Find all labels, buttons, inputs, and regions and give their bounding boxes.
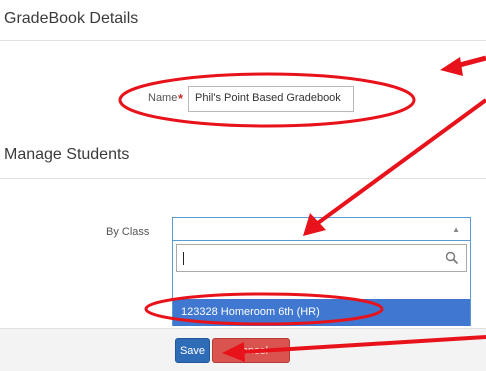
arrow-annotation-head (440, 57, 463, 76)
gradebook-name-input[interactable]: Phil's Point Based Gradebook (188, 86, 354, 112)
text-cursor (183, 252, 184, 265)
name-label: Name (148, 92, 178, 104)
arrow-annotation (451, 55, 486, 70)
cancel-button[interactable]: Cancel (212, 338, 290, 363)
class-search-input[interactable] (176, 244, 467, 272)
by-class-dropdown: 123328 Homeroom 6th (HR) (172, 240, 471, 326)
save-button[interactable]: Save (175, 338, 210, 363)
class-option-highlighted[interactable]: 123328 Homeroom 6th (HR) (173, 299, 470, 326)
arrow-annotation (316, 98, 486, 225)
gradebook-details-title: GradeBook Details (4, 10, 139, 27)
by-class-select[interactable]: ▲ (172, 217, 471, 241)
by-class-label: By Class (106, 226, 150, 238)
divider (0, 178, 486, 179)
chevron-up-icon: ▲ (452, 225, 460, 234)
required-marker: * (178, 91, 184, 106)
manage-students-title: Manage Students (4, 146, 130, 163)
divider (0, 40, 486, 41)
search-icon (445, 251, 459, 265)
